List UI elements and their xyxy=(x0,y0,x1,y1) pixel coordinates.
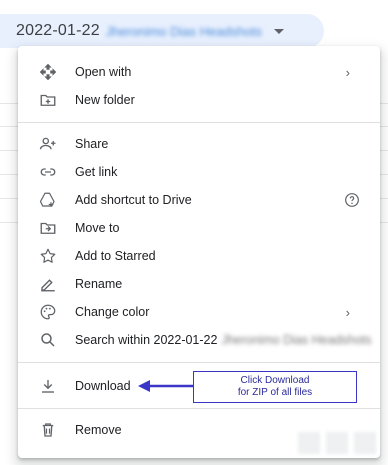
chevron-right-icon: › xyxy=(345,64,350,80)
blurred-thumbnail xyxy=(298,432,320,454)
menu-item-label: Open with xyxy=(75,65,132,79)
menu-item-label: Rename xyxy=(75,277,123,291)
menu-item-get-link[interactable]: Get link xyxy=(18,158,380,186)
link-icon xyxy=(39,163,57,181)
callout-line-1: Click Download xyxy=(240,375,310,386)
menu-item-open-with[interactable]: Open with › xyxy=(18,58,380,86)
rename-pencil-icon xyxy=(39,275,57,293)
menu-item-label: Remove xyxy=(75,423,122,437)
callout-arrow xyxy=(138,380,194,392)
menu-item-share[interactable]: Share xyxy=(18,130,380,158)
search-within-text: Search within 2022-01-22 xyxy=(75,333,218,347)
blurred-thumbnail xyxy=(326,432,348,454)
folder-breadcrumb-chip[interactable]: 2022-01-22 Jheronimo Dias Headshots xyxy=(0,14,324,48)
download-callout: Click Download for ZIP of all files xyxy=(193,371,357,403)
drive-page: 2022-01-22 Jheronimo Dias Headshots Open… xyxy=(0,0,388,465)
menu-item-label: Search within 2022-01-22 Jheronimo Dias H… xyxy=(75,333,372,347)
menu-item-label: Get link xyxy=(75,165,118,179)
blurred-thumbnail xyxy=(354,432,376,454)
menu-item-move-to[interactable]: Move to xyxy=(18,214,380,242)
download-icon xyxy=(39,377,57,395)
menu-item-label: Download xyxy=(75,379,131,393)
help-icon[interactable] xyxy=(344,192,360,208)
menu-divider xyxy=(18,362,380,363)
menu-item-label: Change color xyxy=(75,305,150,319)
move-to-icon xyxy=(39,219,57,237)
add-shortcut-icon xyxy=(39,191,57,209)
new-folder-icon xyxy=(39,91,57,109)
menu-item-change-color[interactable]: Change color › xyxy=(18,298,380,326)
chevron-right-icon: › xyxy=(345,304,350,320)
menu-divider xyxy=(18,122,380,123)
star-icon xyxy=(39,247,57,265)
menu-item-add-shortcut[interactable]: Add shortcut to Drive xyxy=(18,186,380,214)
menu-item-search-within[interactable]: Search within 2022-01-22 Jheronimo Dias H… xyxy=(18,326,380,354)
menu-item-label: Add shortcut to Drive xyxy=(75,193,192,207)
search-icon xyxy=(39,331,57,349)
share-person-icon xyxy=(39,135,57,153)
menu-item-label: Move to xyxy=(75,221,120,235)
chevron-down-icon xyxy=(273,28,284,34)
folder-date: 2022-01-22 xyxy=(16,22,100,39)
menu-item-new-folder[interactable]: New folder xyxy=(18,86,380,114)
menu-item-label: New folder xyxy=(75,93,135,107)
menu-item-label: Add to Starred xyxy=(75,249,156,263)
open-with-icon xyxy=(39,63,57,81)
folder-name-blurred: Jheronimo Dias Headshots xyxy=(105,23,262,39)
menu-divider xyxy=(18,408,380,409)
palette-icon xyxy=(39,303,57,321)
menu-item-label: Share xyxy=(75,137,109,151)
menu-item-add-to-starred[interactable]: Add to Starred xyxy=(18,242,380,270)
menu-item-rename[interactable]: Rename xyxy=(18,270,380,298)
trash-icon xyxy=(39,421,57,439)
callout-line-2: for ZIP of all files xyxy=(237,387,313,398)
search-within-folder-blurred: Jheronimo Dias Headshots xyxy=(221,333,372,347)
